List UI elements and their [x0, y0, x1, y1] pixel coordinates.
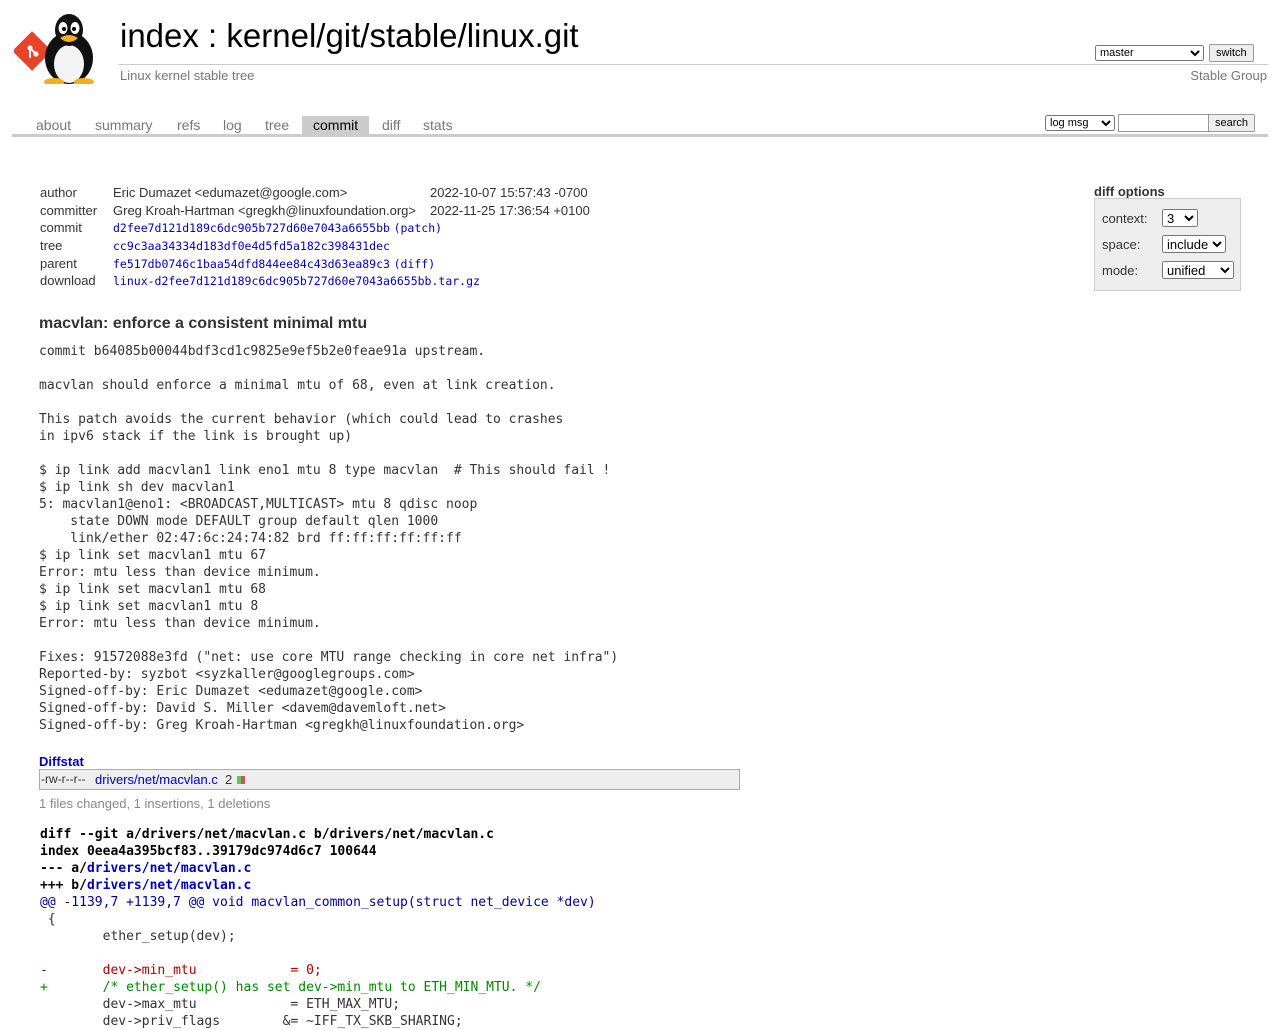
- tab-summary[interactable]: summary: [84, 116, 164, 134]
- download-link[interactable]: linux-d2fee7d121d189c6dc905b727d60e7043a…: [113, 274, 480, 288]
- diff-new-file-line: +++ b/drivers/net/macvlan.c: [40, 877, 596, 894]
- committer-value: Greg Kroah-Hartman <gregkh@linuxfoundati…: [113, 202, 416, 218]
- tab-stats[interactable]: stats: [412, 116, 464, 134]
- parent-hash-link[interactable]: fe517db0746c1baa54dfd844ee84c43d63ea89c3: [113, 257, 390, 271]
- diff-view: diff --git a/drivers/net/macvlan.c b/dri…: [40, 826, 596, 1030]
- page-title: index : kernel/git/stable/linux.git: [120, 16, 579, 56]
- diff-added-line: + /* ether_setup() has set dev->min_mtu …: [40, 980, 541, 995]
- diff-context-line: ether_setup(dev);: [40, 929, 236, 944]
- search-mode-select[interactable]: log msg: [1045, 115, 1115, 131]
- diffstat-deletions-bar: [241, 776, 245, 784]
- mode-select[interactable]: unified: [1162, 261, 1234, 279]
- author-row: author Eric Dumazet <edumazet@google.com…: [40, 184, 590, 202]
- patch-link[interactable]: (patch): [394, 221, 442, 235]
- download-label: download: [40, 273, 96, 289]
- parent-row: parent fe517db0746c1baa54dfd844ee84c43d6…: [40, 254, 590, 272]
- diffstat-file-link[interactable]: drivers/net/macvlan.c: [95, 772, 218, 787]
- switch-button[interactable]: switch: [1209, 44, 1254, 62]
- diff-header-line: diff --git a/drivers/net/macvlan.c b/dri…: [40, 827, 494, 842]
- space-label: space:: [1102, 237, 1141, 252]
- tree-row: tree cc9c3aa34334d183df0e4d5fd5a182c3984…: [40, 237, 590, 255]
- author-date: 2022-10-07 15:57:43 -0700: [429, 185, 588, 201]
- diff-options-title: diff options: [1094, 184, 1165, 199]
- commit-row: commit d2fee7d121d189c6dc905b727d60e7043…: [40, 219, 590, 237]
- branch-select[interactable]: master: [1095, 45, 1204, 61]
- tree-hash-link[interactable]: cc9c3aa34334d183df0e4d5fd5a182c398431dec: [113, 239, 390, 253]
- tree-label: tree: [40, 238, 63, 254]
- context-select[interactable]: 3: [1162, 209, 1198, 227]
- commit-info-table: author Eric Dumazet <edumazet@google.com…: [40, 184, 590, 290]
- diff-new-file-link[interactable]: drivers/net/macvlan.c: [87, 878, 251, 893]
- cgit-tux-logo[interactable]: [14, 12, 110, 84]
- repo-owner: Stable Group: [1190, 68, 1267, 83]
- tab-log[interactable]: log: [212, 116, 253, 134]
- repo-description: Linux kernel stable tree: [120, 68, 255, 83]
- header-divider: [118, 64, 1268, 65]
- diffstat-link[interactable]: Diffstat: [39, 754, 84, 769]
- commit-hash-link[interactable]: d2fee7d121d189c6dc905b727d60e7043a6655bb: [113, 221, 390, 235]
- diff-old-file-link[interactable]: drivers/net/macvlan.c: [87, 861, 251, 876]
- committer-label: committer: [40, 202, 98, 218]
- diff-deleted-line: - dev->min_mtu = 0;: [40, 963, 322, 978]
- search-button[interactable]: search: [1208, 114, 1256, 132]
- index-link[interactable]: index : kernel/git/stable/linux.git: [120, 17, 579, 54]
- tab-refs[interactable]: refs: [166, 116, 211, 134]
- space-select[interactable]: include: [1162, 235, 1226, 253]
- commit-message: commit b64085b00044bdf3cd1c9825e9ef5b2e0…: [39, 344, 619, 733]
- context-label: context:: [1102, 211, 1148, 226]
- diffstat-table: -rw-r--r-- drivers/net/macvlan.c 2: [39, 769, 740, 790]
- tab-commit[interactable]: commit: [302, 116, 370, 134]
- diffstat-change-count: 2: [225, 772, 233, 787]
- diff-hunk-header: @@ -1139,7 +1139,7 @@ void macvlan_commo…: [40, 895, 596, 910]
- commit-label: commit: [40, 220, 82, 236]
- commit-subject: macvlan: enforce a consistent minimal mt…: [39, 315, 368, 332]
- parent-diff-link[interactable]: (diff): [394, 257, 436, 271]
- tab-about[interactable]: about: [25, 116, 82, 134]
- diff-new-prefix: +++ b/: [40, 878, 87, 893]
- diff-options-panel: context: 3 space: include mode: unified: [1094, 198, 1241, 291]
- diff-index-line: index 0eea4a395bcf83..39179dc974d6c7 100…: [40, 844, 377, 859]
- tux-penguin-icon: [44, 14, 94, 84]
- diff-old-prefix: --- a/: [40, 861, 87, 876]
- tab-diff[interactable]: diff: [371, 116, 411, 134]
- diff-context-line: dev->max_mtu = ETH_MAX_MTU;: [40, 997, 401, 1012]
- diffstat-summary: 1 files changed, 1 insertions, 1 deletio…: [39, 796, 271, 811]
- diff-context-line: {: [40, 912, 56, 927]
- committer-date: 2022-11-25 17:36:54 +0100: [429, 202, 590, 218]
- mode-label: mode:: [1102, 263, 1139, 278]
- diff-context-line: dev->priv_flags &= ~IFF_TX_SKB_SHARING;: [40, 1014, 463, 1029]
- diff-old-file-line: --- a/drivers/net/macvlan.c: [40, 860, 596, 877]
- diff-context-line: [40, 945, 596, 962]
- committer-row: committer Greg Kroah-Hartman <gregkh@lin…: [40, 202, 590, 220]
- parent-label: parent: [40, 255, 77, 271]
- author-label: author: [40, 185, 77, 201]
- tab-tree[interactable]: tree: [254, 116, 300, 134]
- diffstat-file-mode: -rw-r--r--: [41, 772, 86, 786]
- download-row: download linux-d2fee7d121d189c6dc905b727…: [40, 272, 590, 290]
- author-value: Eric Dumazet <edumazet@google.com>: [113, 185, 348, 201]
